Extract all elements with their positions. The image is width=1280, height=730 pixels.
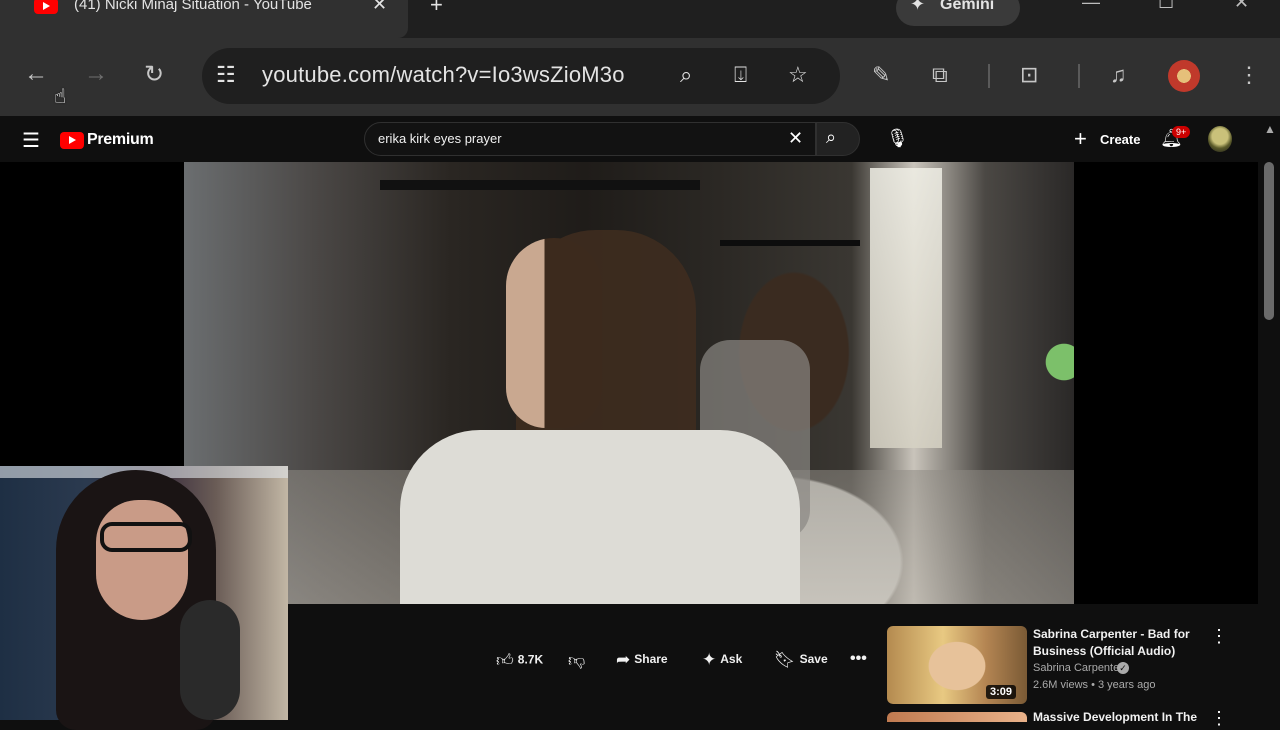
bookmark-star-icon[interactable]: ☆ [788, 62, 808, 88]
search-button[interactable] [816, 122, 860, 156]
more-actions-icon[interactable]: ••• [850, 650, 867, 676]
share-label: Share [634, 652, 668, 667]
ask-icon: ✦ [702, 650, 717, 669]
minimize-icon[interactable]: — [1082, 0, 1100, 13]
url-text[interactable]: youtube.com/watch?v=Io3wsZioM3o [262, 62, 625, 88]
browser-menu-icon[interactable]: ⋮ [1238, 62, 1260, 88]
gemini-sparkle-icon: ✦ [910, 0, 926, 14]
recommendation-thumbnail[interactable] [887, 712, 1027, 722]
maximize-icon[interactable]: ☐ [1158, 0, 1174, 13]
save-icon: 🔖︎ [774, 650, 796, 669]
menu-icon[interactable]: ☰ [22, 128, 40, 153]
share-icon: ➦ [616, 650, 631, 669]
plus-icon: + [1074, 126, 1087, 151]
dislike-icon: 👎︎ [568, 651, 586, 670]
video-scene-shelf [720, 240, 860, 246]
video-duration: 3:09 [986, 685, 1017, 699]
zoom-icon[interactable]: ⌕ [680, 62, 692, 88]
tab-title: (41) Nicki Minaj Situation - YouTube [74, 0, 312, 13]
mic-icon[interactable]: 🎙︎ [886, 128, 909, 149]
browser-profile-avatar[interactable] [1168, 60, 1200, 92]
scrollbar-thumb[interactable] [1264, 162, 1274, 320]
tab-close-icon[interactable]: ✕ [372, 0, 387, 15]
verified-check-icon: ✓ [1117, 662, 1129, 674]
recommendation-title[interactable]: Massive Development In The [1033, 710, 1197, 724]
scroll-up-arrow-icon[interactable]: ▲ [1264, 122, 1276, 136]
create-label: Create [1100, 132, 1141, 147]
video-scene-person-shirt [400, 430, 800, 604]
new-tab-button[interactable]: + [430, 0, 443, 18]
like-count: 8.7K [517, 652, 544, 667]
window-close-icon[interactable]: ✕ [1234, 0, 1249, 13]
tab-search-icon[interactable]: ⊡ [1020, 62, 1038, 88]
save-label: Save [799, 652, 828, 667]
ask-button[interactable]: ✦ Ask [702, 650, 742, 676]
video-scene-person-face [506, 238, 602, 428]
back-icon[interactable]: ← [24, 60, 48, 88]
webcam-person-glasses [100, 522, 192, 552]
gemini-label: Gemini [940, 0, 995, 13]
more-icon[interactable]: ⋮ [1210, 626, 1228, 647]
webcam-person-face [96, 500, 188, 620]
notes-extension-icon[interactable]: ✎ [872, 62, 890, 88]
recommendation-title[interactable]: Sabrina Carpenter - Bad for Business (Of… [1033, 626, 1205, 660]
like-button[interactable]: 👍︎ 8.7K [496, 650, 543, 676]
video-scene-shelf [380, 180, 700, 190]
ask-label: Ask [720, 652, 743, 667]
forward-icon[interactable]: → [84, 60, 108, 88]
more-icon[interactable]: ⋮ [1210, 708, 1228, 729]
youtube-favicon-icon [34, 0, 58, 14]
hand-cursor-icon: ☝︎ [54, 86, 67, 108]
save-button[interactable]: 🔖︎ Save [774, 650, 828, 676]
recommendation-meta: 2.6M views • 3 years ago [1033, 679, 1156, 691]
search-icon[interactable]: ⌕ [826, 127, 836, 148]
toolbar-divider [988, 64, 990, 88]
like-icon: 👍︎ [496, 651, 514, 670]
reload-icon[interactable]: ↻ [144, 60, 164, 89]
youtube-logo-icon[interactable] [60, 132, 84, 149]
clear-search-icon[interactable]: ✕ [788, 128, 803, 149]
extensions-icon[interactable]: ⧉ [932, 62, 948, 88]
notification-badge: 9+ [1172, 126, 1191, 138]
share-button[interactable]: ➦ Share [616, 650, 668, 676]
dislike-button[interactable]: 👎︎ [568, 650, 589, 676]
youtube-premium-label[interactable]: Premium [87, 131, 154, 149]
toolbar-divider [1078, 64, 1080, 88]
search-query[interactable]: erika kirk eyes prayer [378, 131, 502, 146]
media-controls-icon[interactable]: ♫ [1110, 62, 1127, 88]
recommendation-channel[interactable]: Sabrina Carpenter [1033, 662, 1123, 674]
webcam-microphone [180, 600, 240, 720]
install-icon[interactable]: ⍗ [734, 62, 747, 88]
site-settings-icon[interactable]: ☷ [216, 62, 236, 88]
user-avatar[interactable] [1208, 126, 1232, 152]
video-scene-fridge [870, 168, 942, 448]
